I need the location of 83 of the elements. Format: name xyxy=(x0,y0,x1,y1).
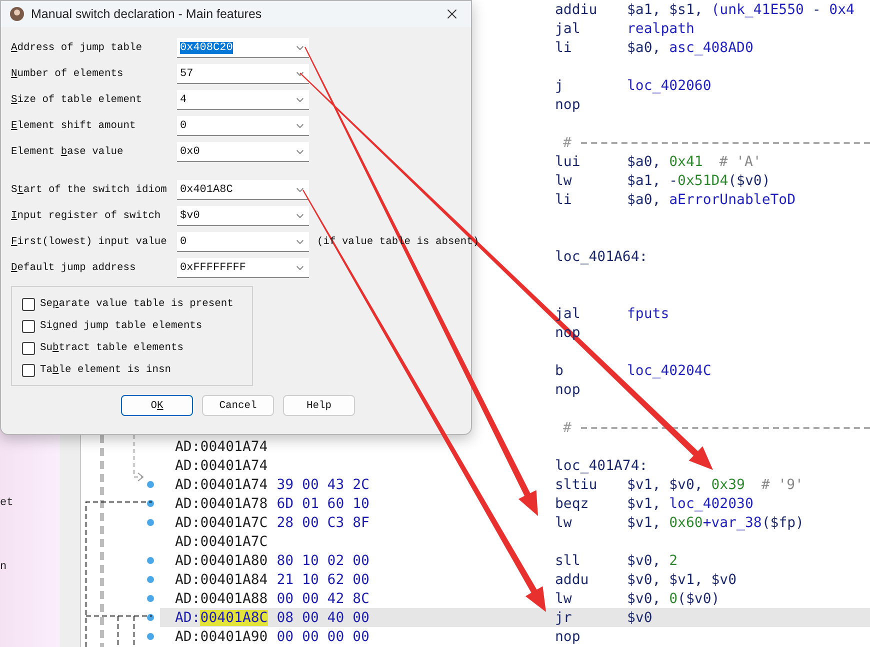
address-text: AD:00401A84 xyxy=(175,572,268,588)
field-label: Address of jump table xyxy=(11,42,143,54)
combo-box[interactable]: 0x408C20 xyxy=(177,38,309,58)
node-dot xyxy=(147,595,154,602)
field-label: Input register of switch xyxy=(11,210,162,222)
bytes-text: 6D 01 60 10 xyxy=(276,496,370,512)
checkbox-label: Subtract table elements xyxy=(40,342,184,354)
comment-text: # xyxy=(563,420,572,436)
checkbox[interactable] xyxy=(22,320,35,332)
address-text: AD:00401A7C xyxy=(175,534,268,550)
address-text: AD:00401A90 xyxy=(175,628,268,644)
field-label: Start of the switch idiom xyxy=(11,184,168,196)
panel-text: n xyxy=(0,561,8,573)
node-dot xyxy=(147,519,154,526)
checkbox-label: Table element is insn xyxy=(40,364,171,376)
node-dot xyxy=(147,500,154,507)
field-label: Size of table element xyxy=(11,94,143,106)
combo-box[interactable]: 4 xyxy=(177,90,309,110)
instruction-text: b loc_40204C xyxy=(555,362,712,378)
instruction-text: sll $v0, 2 xyxy=(555,552,679,568)
instruction-text: lw $v0, 0($v0) xyxy=(555,590,721,606)
node-dot xyxy=(147,481,154,488)
field-label: Element shift amount xyxy=(11,120,137,132)
combo-box[interactable]: 57 xyxy=(177,64,309,84)
comment-text: # xyxy=(563,134,572,150)
instruction-text: nop xyxy=(555,382,582,398)
combo-box[interactable]: 0 xyxy=(177,232,309,252)
instruction-text: jal fputs xyxy=(555,306,670,322)
combo-box[interactable]: 0x0 xyxy=(177,142,309,162)
dialog-button[interactable]: Help xyxy=(283,395,355,416)
node-dot xyxy=(147,576,154,583)
bytes-text: 08 00 40 00 xyxy=(276,610,370,626)
field-label: Element base value xyxy=(11,146,124,158)
instruction-text: lui $a0, 0x41 # 'A' xyxy=(555,154,762,170)
instruction-text: lw $v1, 0x60+var_38($fp) xyxy=(555,514,805,530)
instruction-text: jal realpath xyxy=(555,20,696,36)
address-text: AD:00401A78 xyxy=(175,496,268,512)
checkbox-label: Signed jump table elements xyxy=(40,320,202,332)
panel-text: et xyxy=(0,497,14,509)
checkbox[interactable] xyxy=(22,342,35,354)
window-title: Manual switch declaration - Main features xyxy=(31,7,263,21)
instruction-text: nop xyxy=(555,628,582,644)
combo-box[interactable]: $v0 xyxy=(177,206,309,226)
address-text: AD:00401A74 xyxy=(175,458,268,474)
combo-box[interactable]: 0xFFFFFFFF xyxy=(177,258,309,278)
address-text: AD:00401A88 xyxy=(175,590,268,606)
node-dot xyxy=(147,614,154,621)
bytes-text: 39 00 43 2C xyxy=(276,476,370,492)
dialog-button[interactable]: Cancel xyxy=(202,395,274,416)
dialog-button[interactable]: OK xyxy=(121,395,193,416)
bytes-text: 00 00 00 00 xyxy=(276,628,370,644)
node-dot xyxy=(147,557,154,564)
combo-box[interactable]: 0x401A8C xyxy=(177,180,309,200)
bytes-text: 28 00 C3 8F xyxy=(276,514,370,530)
combo-box[interactable]: 0 xyxy=(177,116,309,136)
instruction-text: lw $a1, -0x51D4($v0) xyxy=(555,172,772,188)
checkbox-label: Separate value table is present xyxy=(40,298,234,310)
address-text: AD:00401A74 xyxy=(175,438,268,454)
bytes-text: 80 10 02 00 xyxy=(276,552,370,568)
bytes-text: 00 00 42 8C xyxy=(276,590,370,606)
instruction-text: beqz $v1, loc_402030 xyxy=(555,496,754,512)
instruction-text: addiu $a1, $s1, (unk_41E550 - 0x4 xyxy=(555,2,856,18)
checkbox[interactable] xyxy=(22,364,35,376)
instruction-text: sltiu $v1, $v0, 0x39 # '9' xyxy=(555,476,804,492)
bytes-text: 21 10 62 00 xyxy=(276,572,370,588)
field-label: First(lowest) input value xyxy=(11,236,168,248)
field-label: Number of elements xyxy=(11,68,124,80)
address-text: AD:00401A7C xyxy=(175,514,268,530)
label-text: loc_401A74: xyxy=(555,458,648,474)
address-text: AD:00401A80 xyxy=(175,552,268,568)
instruction-text: j loc_402060 xyxy=(555,78,712,94)
instruction-text: nop xyxy=(555,96,582,112)
avatar-icon xyxy=(9,6,25,22)
instruction-text: addu $v0, $v1, $v0 xyxy=(555,572,738,588)
node-dot xyxy=(147,633,154,640)
instruction-text: li $a0, asc_408AD0 xyxy=(555,40,754,56)
field-label: Default jump address xyxy=(11,262,137,274)
instruction-text: jr $v0 xyxy=(555,610,654,626)
checkbox[interactable] xyxy=(22,298,35,310)
label-text: loc_401A64: xyxy=(555,248,648,264)
address-text: AD:00401A74 xyxy=(175,476,268,492)
address-text: AD:00401A8C xyxy=(175,610,268,626)
instruction-text: li $a0, aErrorUnableToD xyxy=(555,192,797,208)
